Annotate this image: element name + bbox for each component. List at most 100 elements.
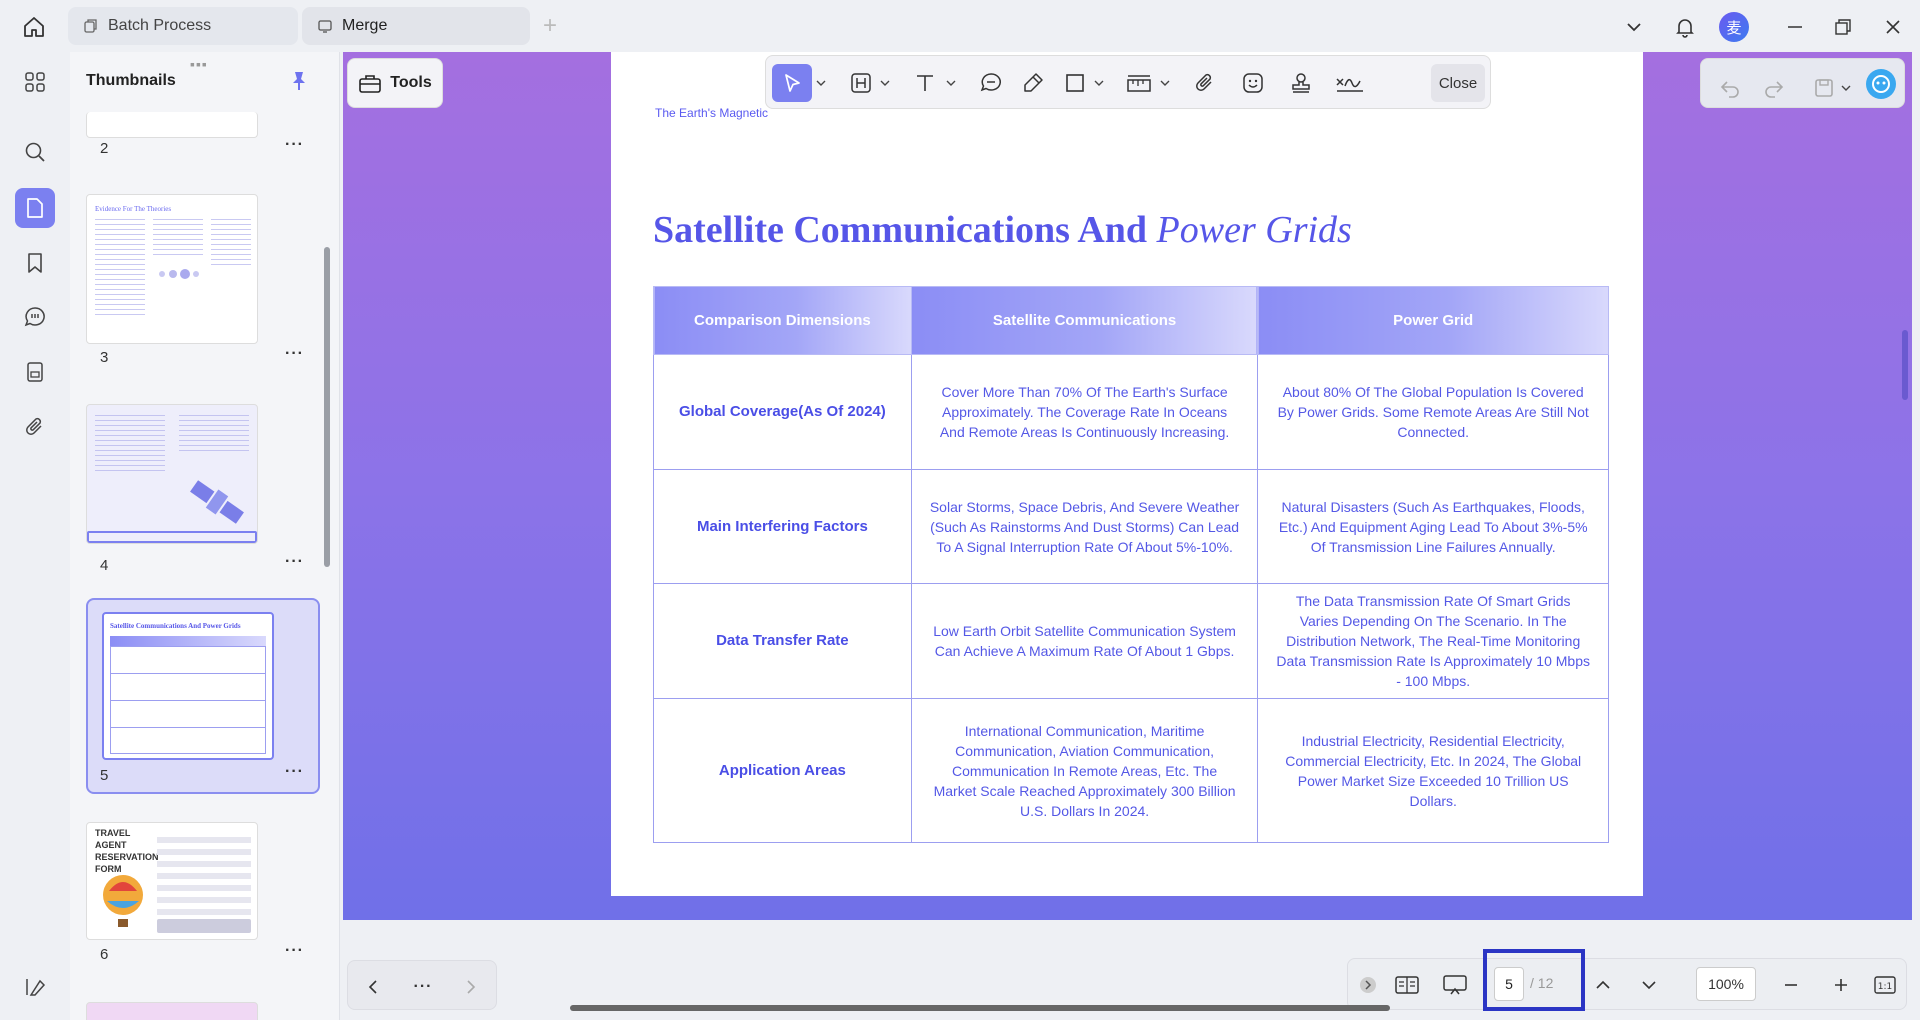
search-icon[interactable] — [15, 132, 55, 172]
thumbnails-icon[interactable] — [15, 188, 55, 228]
thumbnail-text-lines — [95, 415, 165, 475]
thumbnail-page-7[interactable] — [86, 1002, 258, 1020]
satellite-thumb-icon — [187, 477, 247, 527]
next-icon[interactable] — [458, 969, 484, 1005]
highlighter-tool-icon[interactable] — [1018, 64, 1048, 102]
zoom-in-icon[interactable] — [1826, 967, 1856, 1003]
add-tab-button[interactable]: + — [543, 14, 557, 38]
actual-size-icon[interactable]: 1:1 — [1870, 967, 1900, 1003]
page-nav-bar: ··· — [347, 960, 497, 1010]
measure-tool-icon[interactable] — [1124, 64, 1154, 102]
tools-button[interactable]: Tools — [347, 58, 443, 108]
panel-title: Thumbnails — [86, 72, 176, 89]
attachment-icon[interactable] — [15, 407, 55, 447]
title-bar: Batch Process Merge + 麦 — [0, 0, 1920, 52]
view-controls-bar: 5 / 12 100% 1:1 — [1347, 949, 1907, 1011]
previous-icon[interactable] — [360, 969, 386, 1005]
title-bold: Satellite Communications And — [653, 209, 1157, 251]
thumbnail-title: Evidence For The Theories — [95, 205, 172, 213]
thumbnail-page-5[interactable]: Satellite Communications And Power Grids — [102, 612, 274, 760]
chevron-down-icon[interactable] — [1620, 12, 1648, 42]
zoom-out-icon[interactable] — [1776, 967, 1806, 1003]
more-icon[interactable]: ··· — [408, 969, 438, 1005]
thumbnail-page-6[interactable]: TRAVEL AGENT RESERVATION FORM — [86, 822, 258, 940]
close-toolbar-button[interactable]: Close — [1431, 64, 1485, 102]
attachment-tool-icon[interactable] — [1190, 64, 1220, 102]
chevron-down-icon[interactable] — [814, 64, 828, 102]
document-page: Satellite Communications And Power Grids… — [611, 166, 1643, 896]
history-toolbar — [1700, 58, 1905, 108]
table-cell-dimension: Application Areas — [653, 698, 912, 843]
table-cell: Low Earth Orbit Satellite Communication … — [910, 583, 1259, 699]
thumbnail-page-2[interactable] — [86, 112, 258, 138]
presentation-icon[interactable] — [1440, 967, 1470, 1003]
chevron-down-icon[interactable] — [1158, 64, 1172, 102]
restore-icon[interactable] — [1828, 12, 1858, 42]
ai-assistant-icon[interactable] — [1863, 65, 1899, 103]
minimize-icon[interactable] — [1780, 12, 1810, 42]
table-row: Application Areas International Communic… — [653, 698, 1609, 843]
collapse-icon[interactable] — [1358, 967, 1378, 1003]
thumbnail-number: 6 — [100, 946, 109, 963]
shape-tool-icon[interactable] — [1060, 64, 1090, 102]
table-cell: The Data Transmission Rate Of Smart Grid… — [1257, 583, 1609, 699]
bell-icon[interactable] — [1670, 12, 1700, 42]
chevron-down-icon[interactable] — [1092, 64, 1106, 102]
text-tool-icon[interactable] — [910, 64, 940, 102]
previous-page-icon[interactable] — [1588, 967, 1618, 1003]
document-area: The Earth's Magnetic Satellite Communica… — [343, 52, 1912, 920]
select-tool-icon[interactable] — [772, 64, 812, 102]
comment-icon[interactable] — [15, 297, 55, 337]
thumbnail-page-4[interactable] — [86, 404, 258, 544]
tab-batch-process[interactable]: Batch Process — [68, 7, 298, 45]
thumbnail-title: Satellite Communications And Power Grids — [110, 622, 241, 630]
page-number-input[interactable]: 5 — [1494, 967, 1524, 1001]
chevron-down-icon[interactable] — [944, 64, 958, 102]
tab-merge[interactable]: Merge — [302, 7, 530, 45]
comment-tool-icon[interactable] — [976, 64, 1006, 102]
document-scrollbar[interactable] — [1902, 330, 1908, 400]
heading-tool-icon[interactable] — [846, 64, 876, 102]
avatar[interactable]: 麦 — [1718, 12, 1750, 42]
grid-icon[interactable] — [15, 62, 55, 102]
table-header: Power Grid — [1257, 286, 1609, 355]
comparison-table: Comparison Dimensions Satellite Communic… — [653, 286, 1609, 843]
close-window-icon[interactable] — [1878, 12, 1908, 42]
zoom-level[interactable]: 100% — [1696, 967, 1756, 1001]
more-icon[interactable]: ··· — [285, 942, 304, 960]
pin-icon[interactable] — [288, 70, 310, 92]
thumbnail-text-lines — [211, 219, 251, 269]
stamp-tool-icon[interactable] — [1286, 64, 1316, 102]
more-icon[interactable]: ··· — [285, 345, 304, 363]
save-icon[interactable] — [1809, 69, 1839, 107]
home-icon[interactable] — [18, 12, 50, 42]
table-row: Data Transfer Rate Low Earth Orbit Satel… — [653, 583, 1609, 699]
page-layout-icon[interactable] — [1392, 967, 1422, 1003]
horizontal-scrollbar[interactable] — [570, 1005, 1390, 1011]
panel-grip[interactable]: ▪▪▪ — [190, 56, 208, 72]
settings-panel-icon[interactable] — [15, 967, 55, 1007]
signature-tool-icon[interactable] — [1332, 64, 1368, 102]
thumbnails-scrollbar[interactable] — [324, 247, 330, 567]
more-icon[interactable]: ··· — [285, 763, 304, 781]
redo-icon[interactable] — [1759, 69, 1789, 107]
table-header: Comparison Dimensions — [653, 286, 912, 355]
chevron-down-icon[interactable] — [878, 64, 892, 102]
sticker-tool-icon[interactable] — [1238, 64, 1268, 102]
table-cell: Solar Storms, Space Debris, And Severe W… — [910, 469, 1259, 584]
toolbox-icon — [358, 72, 382, 94]
table-cell: International Communication, Maritime Co… — [910, 698, 1259, 843]
table-cell-dimension: Data Transfer Rate — [653, 583, 912, 699]
table-cell-dimension: Global Coverage(As Of 2024) — [653, 354, 912, 470]
more-icon[interactable]: ··· — [285, 136, 304, 154]
undo-icon[interactable] — [1715, 69, 1745, 107]
thumbnail-table-header — [110, 636, 266, 646]
more-icon[interactable]: ··· — [285, 553, 304, 571]
chevron-down-icon[interactable] — [1839, 69, 1853, 107]
bookmark-icon[interactable] — [15, 243, 55, 283]
form-icon[interactable] — [15, 352, 55, 392]
tab-label: Merge — [342, 17, 388, 34]
thumbnail-page-3[interactable]: Evidence For The Theories — [86, 194, 258, 344]
next-page-icon[interactable] — [1634, 967, 1664, 1003]
avatar-char: 麦 — [1719, 12, 1749, 42]
